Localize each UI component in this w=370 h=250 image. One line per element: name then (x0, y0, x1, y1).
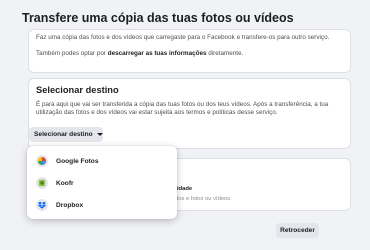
download-info-text: Também podes optar por descarregar as tu… (36, 50, 343, 58)
page-title: Transfere uma cópia das tuas fotos ou ví… (22, 11, 294, 25)
option-dropbox[interactable]: Dropbox (27, 194, 177, 216)
option-label: Google Fotos (56, 157, 99, 165)
koofr-icon (36, 177, 48, 189)
back-button[interactable]: Retroceder (276, 223, 319, 238)
select-destination-label: Selecionar destino (34, 131, 93, 138)
destination-title: Selecionar destino (36, 85, 119, 95)
download-info-prefix: Também podes optar por (36, 50, 108, 58)
destination-description: É para aqui que vai ser transferida a có… (36, 101, 329, 117)
intro-card: Faz uma cópia das fotos e dos vídeos que… (28, 29, 351, 73)
option-label: Koofr (56, 179, 74, 187)
option-label: Dropbox (56, 201, 84, 209)
option-koofr[interactable]: Koofr (27, 172, 177, 194)
obscured-card-title: idade (177, 186, 193, 192)
obscured-card-text: los e fotos ou vídeos. (177, 196, 232, 202)
download-info-suffix: diretamente. (206, 50, 244, 58)
dropbox-icon (36, 199, 48, 211)
download-info-link[interactable]: descarregar as tuas informações (108, 50, 207, 57)
select-destination-button[interactable]: Selecionar destino (29, 127, 103, 142)
caret-down-icon (96, 133, 103, 136)
option-google-photos[interactable]: Google Fotos (27, 150, 177, 172)
intro-description: Faz uma cópia das fotos e dos vídeos que… (36, 34, 330, 41)
google-photos-icon (36, 155, 48, 167)
destination-dropdown: Google Fotos Koofr Dropbox (27, 146, 177, 219)
